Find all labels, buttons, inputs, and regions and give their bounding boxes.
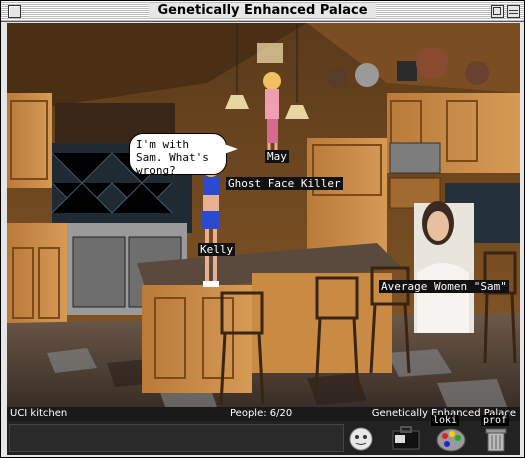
collapse-box[interactable] [507, 5, 520, 18]
avatar-name-sam[interactable]: Average Women "Sam" [379, 280, 509, 293]
palace-window: Genetically Enhanced Palace May Ghost Fa… [0, 0, 525, 458]
window-title: Genetically Enhanced Palace [1, 3, 524, 18]
kitchen-background [7, 23, 520, 407]
palette-user-label: loki [431, 415, 460, 426]
room-name: UCI kitchen [10, 408, 68, 419]
trash-user-label: prof [481, 415, 510, 426]
face-icon[interactable] [346, 423, 376, 453]
title-bar[interactable]: Genetically Enhanced Palace [1, 1, 524, 22]
avatar-sam-figure [414, 201, 474, 333]
avatar-name-may[interactable]: May [265, 150, 289, 163]
avatar-name-kelly[interactable]: Kelly [198, 243, 236, 256]
people-count: People: 6/20 [230, 408, 293, 419]
room-scene[interactable]: May Ghost Face Killer I'm with Sam. What… [7, 23, 520, 407]
trash-icon[interactable]: prof [481, 415, 511, 453]
chat-input[interactable] [9, 424, 344, 452]
chat-toolbar: loki prof [7, 415, 520, 455]
speech-bubble-kelly: I'm with Sam. What's wrong? [129, 133, 238, 177]
palette-icon[interactable]: loki [431, 415, 466, 453]
briefcase-icon[interactable] [389, 423, 420, 453]
zoom-box[interactable] [491, 5, 504, 18]
avatar-name-ghost-face-killer[interactable]: Ghost Face Killer [226, 177, 343, 190]
